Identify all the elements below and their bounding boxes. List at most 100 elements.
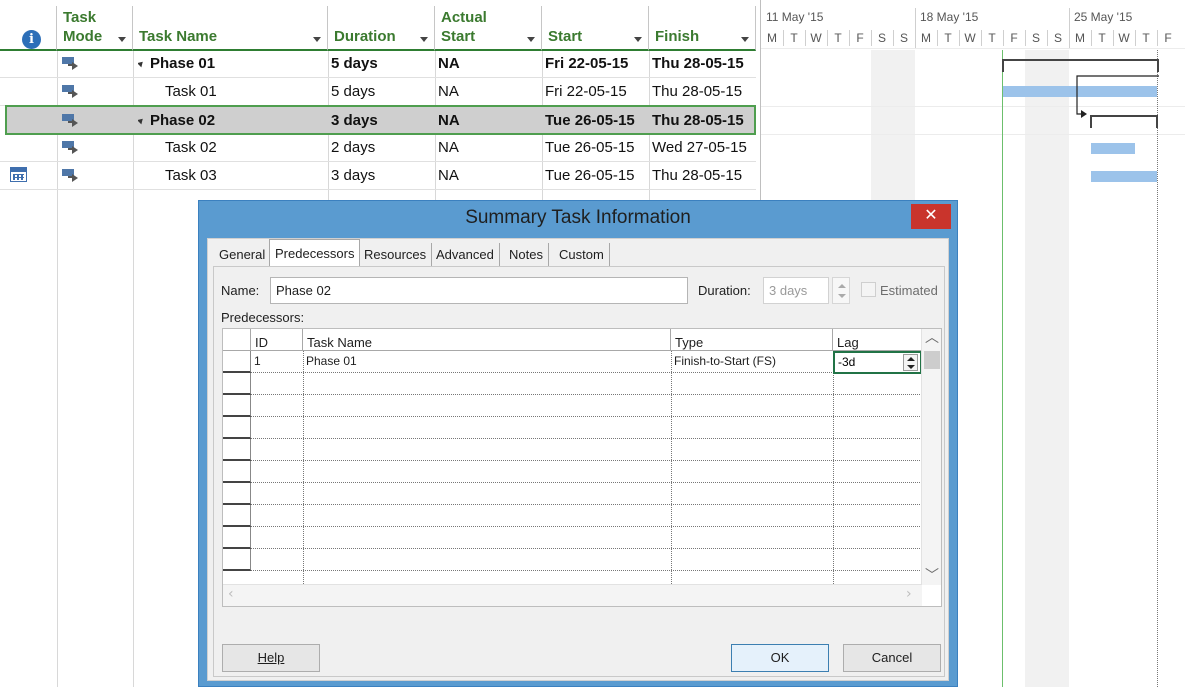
task-bar-task-03[interactable] <box>1091 171 1157 182</box>
start-cell[interactable]: Tue 26-05-15 <box>545 107 635 135</box>
scroll-up-icon[interactable]: ︿ <box>925 327 939 347</box>
start-filter-dropdown[interactable] <box>634 37 642 42</box>
grid-row-empty[interactable] <box>251 549 920 571</box>
table-row[interactable]: Task 02 2 days NA Tue 26-05-15 Wed 27-05… <box>0 134 756 162</box>
estimated-checkbox[interactable] <box>861 282 876 297</box>
grid-header-lag[interactable]: Lag <box>833 329 922 351</box>
finish-cell[interactable]: Thu 28-05-15 <box>652 107 744 135</box>
collapse-triangle-icon[interactable] <box>138 59 145 68</box>
start-column-header[interactable]: Start <box>542 6 649 51</box>
task-name-cell[interactable]: Task 03 <box>165 162 217 190</box>
name-field[interactable]: Phase 02 <box>270 277 688 304</box>
grid-row-header[interactable] <box>223 417 251 439</box>
ok-button[interactable]: OK <box>731 644 829 672</box>
actual-start-cell[interactable]: NA <box>438 50 460 78</box>
grid-row-header[interactable] <box>223 351 251 373</box>
close-button[interactable]: ✕ <box>911 204 951 229</box>
grid-row-header[interactable] <box>223 439 251 461</box>
lag-spinner[interactable] <box>903 354 918 371</box>
tab-general[interactable]: General <box>214 243 272 267</box>
scroll-thumb[interactable] <box>924 351 940 369</box>
vertical-scrollbar[interactable]: ︿ ﹀ <box>921 329 941 585</box>
grid-row-header[interactable] <box>223 395 251 417</box>
collapse-triangle-icon[interactable] <box>138 116 145 125</box>
cancel-button[interactable]: Cancel <box>843 644 941 672</box>
duration-cell[interactable]: 5 days <box>331 50 378 78</box>
grid-row-empty[interactable] <box>251 373 920 395</box>
summary-bar-phase-02[interactable] <box>1090 115 1158 128</box>
tab-notes[interactable]: Notes <box>504 243 549 267</box>
grid-row-header[interactable] <box>223 505 251 527</box>
grid-row-header[interactable] <box>223 549 251 571</box>
task-name-cell[interactable]: Phase 01 <box>138 50 215 78</box>
finish-cell[interactable]: Thu 28-05-15 <box>652 78 742 106</box>
predecessor-task-name-cell[interactable]: Phase 01 <box>303 351 671 373</box>
actual-start-cell[interactable]: NA <box>438 78 459 106</box>
grid-row-header[interactable] <box>223 461 251 483</box>
predecessors-grid[interactable]: ID Task Name Type Lag 1 Phase 01 Finish-… <box>222 328 942 607</box>
grid-row-header[interactable] <box>223 483 251 505</box>
table-row[interactable]: Task 01 5 days NA Fri 22-05-15 Thu 28-05… <box>0 78 756 106</box>
grid-row-empty[interactable] <box>251 439 920 461</box>
grid-row-header[interactable] <box>223 373 251 395</box>
duration-cell[interactable]: 5 days <box>331 78 375 106</box>
task-name-cell[interactable]: Task 02 <box>165 134 217 162</box>
help-button[interactable]: Help <box>222 644 320 672</box>
table-row[interactable]: Phase 01 5 days NA Fri 22-05-15 Thu 28-0… <box>0 50 756 78</box>
grid-row-empty[interactable] <box>251 483 920 505</box>
task-name-cell[interactable]: Task 01 <box>165 78 217 106</box>
duration-field[interactable]: 3 days <box>763 277 829 304</box>
finish-cell[interactable]: Wed 27-05-15 <box>652 134 747 162</box>
grid-row-empty[interactable] <box>251 527 920 549</box>
duration-filter-dropdown[interactable] <box>420 37 428 42</box>
actual-start-column-header[interactable]: Actual Start <box>435 6 542 51</box>
scroll-right-icon[interactable]: › <box>906 586 912 602</box>
grid-row-empty[interactable] <box>251 505 920 527</box>
start-cell[interactable]: Fri 22-05-15 <box>545 50 628 78</box>
tab-custom-fields[interactable]: Custom Fields <box>554 243 610 286</box>
grid-header-task-name[interactable]: Task Name <box>303 329 671 351</box>
finish-column-header[interactable]: Finish <box>649 6 756 51</box>
grid-row-empty[interactable] <box>251 417 920 439</box>
task-mode-column-header[interactable]: Task Mode <box>57 6 133 51</box>
lag-cell-editor[interactable]: -3d <box>833 351 922 374</box>
start-cell[interactable]: Tue 26-05-15 <box>545 162 635 190</box>
duration-cell[interactable]: 3 days <box>331 107 378 135</box>
actual-start-cell[interactable]: NA <box>438 134 459 162</box>
grid-header-type[interactable]: Type <box>671 329 833 351</box>
finish-filter-dropdown[interactable] <box>741 37 749 42</box>
calendar-indicator-icon[interactable] <box>10 167 27 182</box>
start-cell[interactable]: Fri 22-05-15 <box>545 78 627 106</box>
finish-cell[interactable]: Thu 28-05-15 <box>652 50 744 78</box>
duration-cell[interactable]: 3 days <box>331 162 375 190</box>
predecessor-id-cell[interactable]: 1 <box>251 351 303 373</box>
grid-row-header[interactable] <box>223 527 251 549</box>
scroll-down-icon[interactable]: ﹀ <box>925 565 939 585</box>
duration-cell[interactable]: 2 days <box>331 134 375 162</box>
duration-spinner[interactable] <box>832 277 850 304</box>
actual-start-cell[interactable]: NA <box>438 107 460 135</box>
grid-row[interactable]: 1 Phase 01 Finish-to-Start (FS) <box>251 351 920 373</box>
finish-cell[interactable]: Thu 28-05-15 <box>652 162 742 190</box>
tab-predecessors[interactable]: Predecessors <box>269 239 361 268</box>
start-cell[interactable]: Tue 26-05-15 <box>545 134 635 162</box>
task-mode-filter-dropdown[interactable] <box>118 37 126 42</box>
task-name-column-header[interactable]: Task Name <box>133 6 328 51</box>
table-row[interactable]: Task 03 3 days NA Tue 26-05-15 Thu 28-05… <box>0 162 756 190</box>
tab-resources[interactable]: Resources <box>359 243 433 267</box>
tab-advanced[interactable]: Advanced <box>431 243 500 267</box>
grid-header-id[interactable]: ID <box>251 329 303 351</box>
task-bar-task-02[interactable] <box>1091 143 1135 154</box>
horizontal-scrollbar[interactable]: ‹ › <box>223 584 922 606</box>
task-name-filter-dropdown[interactable] <box>313 37 321 42</box>
grid-row-empty[interactable] <box>251 395 920 417</box>
predecessor-type-cell[interactable]: Finish-to-Start (FS) <box>671 351 833 373</box>
task-name-cell[interactable]: Phase 02 <box>138 107 215 135</box>
actual-start-cell[interactable]: NA <box>438 162 459 190</box>
scroll-left-icon[interactable]: ‹ <box>228 586 234 602</box>
duration-column-header[interactable]: Duration <box>328 6 435 51</box>
indicators-column-header[interactable]: i <box>0 6 57 51</box>
table-row-selected[interactable]: Phase 02 3 days NA Tue 26-05-15 Thu 28-0… <box>5 105 756 135</box>
grid-row-empty[interactable] <box>251 461 920 483</box>
actual-start-filter-dropdown[interactable] <box>527 37 535 42</box>
